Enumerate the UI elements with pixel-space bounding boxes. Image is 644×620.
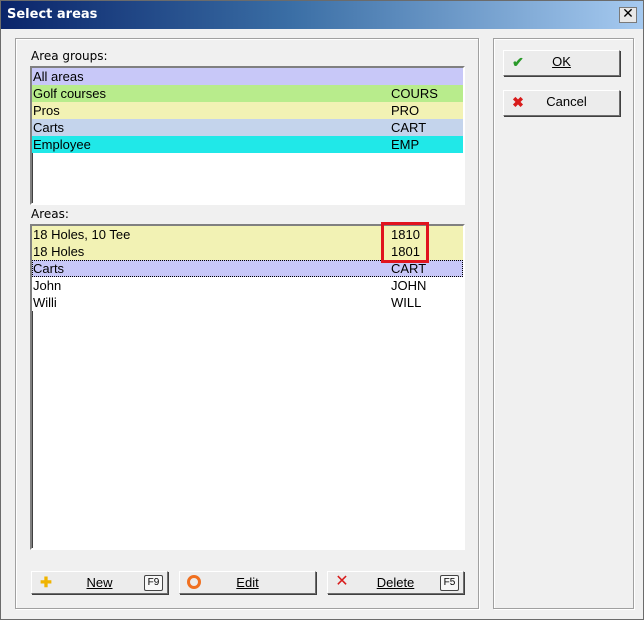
area-group-name: Employee [33, 137, 91, 152]
areas-label: Areas: [31, 207, 69, 221]
ok-button-label: OK [552, 54, 571, 69]
ok-button[interactable]: ✔ OK [503, 50, 620, 76]
area-groups-list[interactable]: All areas Golf courses COURS Pros PRO Carts CA… [30, 66, 465, 205]
f5-shortcut-badge: F5 [440, 575, 459, 591]
area-group-name: Golf courses [33, 86, 106, 101]
area-group-row[interactable]: Golf courses COURS [32, 85, 463, 102]
area-group-row[interactable]: Pros PRO [32, 102, 463, 119]
area-groups-label: Area groups: [31, 49, 108, 63]
area-group-code: COURS [391, 86, 438, 101]
area-code: JOHN [391, 278, 427, 293]
cancel-button-label: Cancel [546, 94, 587, 109]
close-icon: ✕ [622, 6, 634, 22]
area-group-name: Pros [33, 103, 60, 118]
delete-button[interactable]: ✕ Delete F5 [327, 571, 464, 594]
title-bar[interactable]: Select areas ✕ [1, 1, 643, 29]
area-group-name: All areas [33, 69, 84, 84]
area-row[interactable]: Willi WILL [32, 294, 463, 311]
cancel-button[interactable]: ✖ Cancel [503, 90, 620, 116]
f9-shortcut-badge: F9 [144, 575, 163, 591]
edit-button-label: Edit [236, 575, 259, 590]
area-group-name: Carts [33, 120, 65, 135]
select-areas-dialog: Select areas ✕ Area groups: All areas Gol… [0, 0, 644, 620]
actions-group-box [493, 38, 634, 609]
area-code: WILL [391, 295, 422, 310]
area-group-row[interactable]: Carts CART [32, 119, 463, 136]
close-button[interactable]: ✕ [619, 7, 637, 23]
area-name: Willi [33, 295, 57, 310]
edit-button[interactable]: Edit [179, 571, 316, 594]
area-group-code: CART [391, 120, 427, 135]
area-name: 18 Holes, 10 Tee [33, 227, 131, 242]
area-group-code: PRO [391, 103, 420, 118]
code-highlight-box [381, 222, 429, 263]
area-row[interactable]: John JOHN [32, 277, 463, 294]
area-group-code: EMP [391, 137, 420, 152]
area-group-row[interactable]: Employee EMP [32, 136, 463, 153]
new-button[interactable]: ✚ New F9 [31, 571, 168, 594]
area-name: Carts [33, 261, 65, 276]
areas-list[interactable]: 18 Holes, 10 Tee 1810 18 Holes 1801 Carts CAR… [30, 224, 465, 550]
area-group-row[interactable]: All areas [32, 68, 463, 85]
area-name: 18 Holes [33, 244, 85, 259]
window-title: Select areas [7, 7, 98, 22]
area-name: John [33, 278, 62, 293]
